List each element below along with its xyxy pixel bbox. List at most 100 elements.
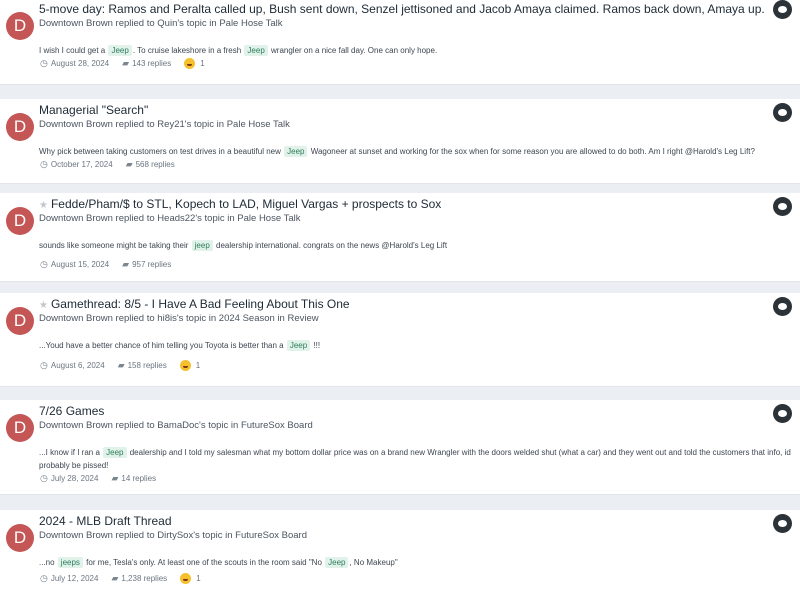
activity-item: D Managerial "Search" Downtown Brown repli…	[0, 99, 800, 183]
post-date[interactable]: ◷ October 17, 2024	[40, 159, 113, 170]
topic-title-link[interactable]: Managerial "Search"	[39, 103, 148, 117]
post-snippet: I wish I could get a Jeep. To cruise lak…	[39, 45, 438, 56]
clock-icon: ◷	[40, 360, 48, 370]
topic-title-link[interactable]: 5-move day: Ramos and Peralta called up,…	[39, 2, 765, 16]
post-date-text: August 28, 2024	[50, 59, 110, 68]
avatar[interactable]: D	[6, 12, 34, 40]
topic-title-link[interactable]: 2024 - MLB Draft Thread	[39, 514, 172, 528]
clock-icon: ◷	[40, 259, 48, 269]
post-snippet: ...Youd have a better chance of him tell…	[39, 340, 321, 351]
reaction-count: 1	[195, 361, 201, 370]
forum-link[interactable]: FutureSox Board	[235, 530, 307, 541]
avatar[interactable]: D	[6, 524, 34, 552]
keyword-highlight: jeep	[191, 240, 213, 251]
topic-owner-link[interactable]: Rey21's topic	[157, 119, 214, 130]
keyword-highlight: jeeps	[57, 557, 83, 568]
comment-bubble-button[interactable]	[773, 297, 792, 316]
activity-meta: Downtown Brown replied to hi8is's topic …	[39, 313, 319, 324]
topic-title: 5-move day: Ramos and Peralta called up,…	[39, 2, 765, 16]
topic-owner-link[interactable]: hi8is's topic	[157, 313, 206, 324]
reply-count-text: 14 replies	[121, 474, 157, 483]
keyword-highlight: Jeep	[284, 146, 308, 157]
reaction[interactable]: 1	[184, 58, 205, 69]
reply-count[interactable]: ▰ 1,238 replies	[111, 573, 167, 584]
clock-icon: ◷	[40, 159, 48, 169]
topic-title-link[interactable]: 7/26 Games	[39, 404, 104, 418]
reply-count[interactable]: ▰ 14 replies	[111, 473, 156, 484]
activity-item: D 7/26 Games Downtown Brown replied to Bam…	[0, 400, 800, 494]
topic-owner-link[interactable]: Heads22's topic	[157, 213, 224, 224]
reply-count-text: 1,238 replies	[121, 574, 168, 583]
topic-owner-link[interactable]: DirtySox's topic	[157, 530, 222, 541]
post-date[interactable]: ◷ July 28, 2024	[40, 473, 98, 484]
comment-bubble-button[interactable]	[773, 103, 792, 122]
forum-link[interactable]: 2024 Season in Review	[219, 313, 319, 324]
post-date-text: October 17, 2024	[50, 160, 113, 169]
comment-bubble-button[interactable]	[773, 404, 792, 423]
activity-item: D 5-move day: Ramos and Peralta called up…	[0, 0, 800, 84]
comment-bubble-button[interactable]	[773, 514, 792, 533]
topic-title: Managerial "Search"	[39, 103, 148, 117]
reaction[interactable]: 1	[180, 573, 201, 584]
avatar[interactable]: D	[6, 307, 34, 335]
post-date-text: August 15, 2024	[50, 260, 110, 269]
post-date-text: August 6, 2024	[50, 361, 105, 370]
post-stats: ◷ October 17, 2024 ▰ 568 replies	[40, 159, 188, 170]
clock-icon: ◷	[40, 58, 48, 68]
reaction-count: 1	[200, 59, 205, 68]
avatar[interactable]: D	[6, 414, 34, 442]
topic-title-link[interactable]: Gamethread: 8/5 - I Have A Bad Feeling A…	[51, 297, 350, 311]
forum-link[interactable]: FutureSox Board	[241, 420, 313, 431]
activity-meta: Downtown Brown replied to DirtySox's top…	[39, 530, 307, 541]
post-stats: ◷ August 6, 2024 ▰ 158 replies 1	[40, 360, 213, 371]
comment-icon: ▰	[122, 259, 130, 269]
comment-bubble-button[interactable]	[773, 197, 792, 216]
reaction[interactable]: 1	[179, 360, 201, 371]
clock-icon: ◷	[40, 473, 48, 483]
star-icon: ★	[39, 200, 48, 211]
comment-icon: ▰	[117, 360, 125, 370]
post-date[interactable]: ◷ August 6, 2024	[40, 360, 105, 371]
reply-count[interactable]: ▰ 143 replies	[122, 58, 171, 69]
topic-title: 2024 - MLB Draft Thread	[39, 514, 172, 528]
post-date[interactable]: ◷ July 12, 2024	[40, 573, 98, 584]
post-stats: ◷ August 15, 2024 ▰ 957 replies	[40, 259, 184, 270]
reply-count-text: 957 replies	[132, 260, 172, 269]
reply-count[interactable]: ▰ 568 replies	[126, 159, 175, 170]
reply-count[interactable]: ▰ 158 replies	[118, 360, 167, 371]
post-date-text: July 12, 2024	[50, 574, 99, 583]
reply-count-text: 143 replies	[132, 59, 172, 68]
activity-item: D ★ Fedde/Pham/$ to STL, Kopech to LAD, Mi…	[0, 193, 800, 281]
topic-owner-link[interactable]: BamaDoc's topic	[157, 420, 228, 431]
topic-title: ★ Fedde/Pham/$ to STL, Kopech to LAD, Mig…	[39, 197, 441, 211]
author-link[interactable]: Downtown Brown	[39, 119, 113, 130]
author-link[interactable]: Downtown Brown	[39, 213, 113, 224]
avatar[interactable]: D	[6, 207, 34, 235]
post-snippet: sounds like someone might be taking thei…	[39, 240, 448, 251]
post-date[interactable]: ◷ August 15, 2024	[40, 259, 109, 270]
author-link[interactable]: Downtown Brown	[39, 18, 113, 29]
topic-title-link[interactable]: Fedde/Pham/$ to STL, Kopech to LAD, Migu…	[51, 197, 441, 211]
comment-icon: ▰	[125, 159, 133, 169]
post-snippet: ...no jeeps for me, Tesla's only. At lea…	[39, 557, 398, 568]
author-link[interactable]: Downtown Brown	[39, 420, 113, 431]
forum-link[interactable]: Pale Hose Talk	[219, 18, 282, 29]
topic-owner-link[interactable]: Quin's topic	[157, 18, 206, 29]
reply-count[interactable]: ▰ 957 replies	[122, 259, 171, 270]
forum-link[interactable]: Pale Hose Talk	[227, 119, 290, 130]
post-snippet: Why pick between taking customers on tes…	[39, 146, 755, 157]
author-link[interactable]: Downtown Brown	[39, 313, 113, 324]
avatar[interactable]: D	[6, 113, 34, 141]
comment-icon: ▰	[111, 573, 119, 583]
star-icon: ★	[39, 300, 48, 311]
post-date[interactable]: ◷ August 28, 2024	[40, 58, 109, 69]
post-stats: ◷ July 12, 2024 ▰ 1,238 replies 1	[40, 573, 214, 584]
author-link[interactable]: Downtown Brown	[39, 530, 113, 541]
comment-icon: ▰	[122, 58, 130, 68]
forum-link[interactable]: Pale Hose Talk	[237, 213, 300, 224]
post-date-text: July 28, 2024	[50, 474, 99, 483]
keyword-highlight: Jeep	[286, 340, 311, 351]
laughing-reaction-icon	[184, 58, 196, 69]
post-stats: ◷ July 28, 2024 ▰ 14 replies	[40, 473, 169, 484]
comment-bubble-button[interactable]	[773, 0, 792, 19]
